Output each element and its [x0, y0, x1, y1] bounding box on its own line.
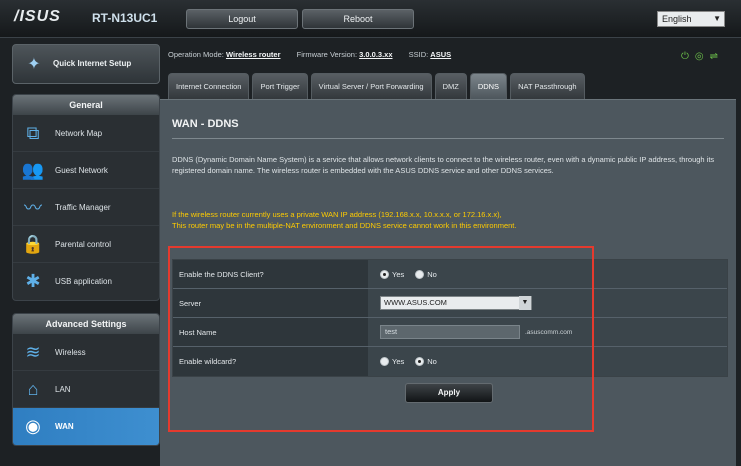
ddns-description: DDNS (Dynamic Domain Name System) is a s…: [172, 155, 715, 175]
chevron-down-icon: ▼: [713, 14, 721, 23]
tab-port-trigger[interactable]: Port Trigger: [252, 73, 308, 99]
page-title: WAN - DDNS: [172, 118, 239, 130]
wildcard-no-radio[interactable]: [415, 357, 425, 366]
ssid-value: ASUS: [430, 50, 452, 59]
hostname-input[interactable]: test: [380, 325, 520, 339]
warning-line-1: If the wireless router currently uses a …: [172, 210, 502, 219]
wildcard-label: Enable wildcard?: [173, 347, 368, 376]
sidebar-item-guest-network[interactable]: 👥 Guest Network: [13, 152, 159, 189]
wildcard-row: Enable wildcard? Yes No: [173, 347, 727, 376]
hostname-suffix: .asuscomm.com: [525, 328, 573, 336]
advanced-settings-menu: Advanced Settings ≋ Wireless ⌂ LAN ◉ WAN: [12, 313, 160, 446]
network-map-icon: ⧉: [26, 122, 40, 143]
sidebar-item-label: Guest Network: [55, 165, 108, 175]
sidebar-item-label: Network Map: [55, 128, 103, 138]
enable-ddns-yes-radio[interactable]: [380, 269, 389, 279]
sidebar-item-network-map[interactable]: ⧉ Network Map: [13, 115, 159, 152]
sidebar-item-usb-application[interactable]: ✱ USB application: [13, 263, 159, 300]
enable-ddns-no-label: No: [427, 269, 437, 279]
magic-wand-icon: ✦: [27, 56, 41, 73]
enable-ddns-yes-label: Yes: [392, 269, 405, 279]
guest-network-icon: 👥: [21, 159, 45, 180]
ddns-warning: If the wireless router currently uses a …: [172, 209, 724, 231]
advanced-settings-title: Advanced Settings: [13, 314, 159, 334]
tab-nat-passthrough[interactable]: NAT Passthrough: [510, 73, 585, 99]
parental-control-icon: 🔒: [21, 233, 45, 254]
sidebar-item-label: Traffic Manager: [55, 202, 111, 212]
internet-status-icon[interactable]: ⏻: [681, 48, 689, 66]
ddns-settings-table: Enable the DDNS Client? Yes No Server WW…: [172, 259, 728, 377]
wireless-icon: ≋: [25, 341, 41, 362]
status-bar: Operation Mode: Wireless router Firmware…: [168, 46, 728, 64]
content-panel: WAN - DDNS DDNS (Dynamic Domain Name Sys…: [160, 99, 736, 466]
sidebar-item-wireless[interactable]: ≋ Wireless: [13, 334, 159, 371]
language-value: English: [662, 14, 692, 24]
enable-ddns-label: Enable the DDNS Client?: [173, 260, 368, 288]
logout-button[interactable]: Logout: [186, 9, 298, 29]
usb-application-icon: ✱: [25, 271, 41, 291]
op-mode-link[interactable]: Wireless router: [226, 50, 281, 59]
server-value: WWW.ASUS.COM: [384, 298, 447, 307]
title-divider: [172, 138, 724, 139]
language-select[interactable]: English ▼: [657, 11, 725, 27]
op-mode-label: Operation Mode:: [168, 50, 224, 59]
tab-internet-connection[interactable]: Internet Connection: [168, 73, 250, 99]
sidebar: ✦ Quick Internet Setup General ⧉ Network…: [12, 44, 170, 466]
quick-internet-setup-button[interactable]: ✦ Quick Internet Setup: [12, 44, 160, 84]
sidebar-item-label: USB application: [55, 277, 112, 286]
enable-ddns-row: Enable the DDNS Client? Yes No: [173, 260, 727, 289]
general-title: General: [13, 95, 159, 115]
sidebar-item-label: WAN: [55, 422, 74, 431]
tab-virtual-server[interactable]: Virtual Server / Port Forwarding: [310, 73, 432, 99]
reboot-button[interactable]: Reboot: [302, 9, 414, 29]
sidebar-item-label: LAN: [55, 384, 71, 394]
wildcard-yes-radio[interactable]: [380, 357, 389, 366]
sidebar-item-wan[interactable]: ◉ WAN: [13, 408, 159, 445]
chevron-down-icon: ▼: [519, 296, 531, 310]
tab-bar: Internet Connection Port Trigger Virtual…: [168, 73, 728, 99]
quick-setup-label: Quick Internet Setup: [53, 59, 132, 68]
enable-ddns-no-radio[interactable]: [415, 269, 425, 279]
usb-status-icon[interactable]: ⇌: [710, 48, 718, 66]
firmware-label: Firmware Version:: [296, 50, 358, 59]
tab-ddns[interactable]: DDNS: [469, 73, 508, 99]
sidebar-item-traffic-manager[interactable]: 〰 Traffic Manager: [13, 189, 159, 226]
wildcard-no-label: No: [427, 357, 437, 366]
router-model: RT-N13UC1: [92, 11, 158, 25]
status-icons: ⏻ ◎ ⇌: [681, 48, 718, 66]
wildcard-yes-label: Yes: [392, 357, 405, 366]
ssid-label: SSID:: [408, 50, 429, 59]
server-select[interactable]: WWW.ASUS.COM ▼: [380, 296, 532, 310]
tab-dmz[interactable]: DMZ: [434, 73, 467, 99]
hostname-row: Host Name test .asuscomm.com: [173, 318, 727, 347]
sidebar-item-label: Wireless: [55, 347, 86, 357]
traffic-manager-icon: 〰: [24, 198, 42, 218]
warning-line-2: This router may be in the multiple-NAT e…: [172, 221, 517, 230]
asus-logo: /ISUS: [14, 8, 61, 25]
server-label: Server: [173, 289, 368, 317]
sidebar-item-lan[interactable]: ⌂ LAN: [13, 371, 159, 408]
hostname-label: Host Name: [173, 318, 368, 346]
apply-button[interactable]: Apply: [405, 383, 493, 403]
general-menu: General ⧉ Network Map 👥 Guest Network 〰 …: [12, 94, 160, 301]
firmware-link[interactable]: 3.0.0.3.xx: [359, 50, 392, 59]
lan-icon: ⌂: [27, 378, 39, 399]
wan-globe-icon: ◉: [25, 416, 41, 436]
top-bar: /ISUS RT-N13UC1 Logout Reboot English ▼: [0, 0, 741, 38]
sidebar-item-parental-control[interactable]: 🔒 Parental control: [13, 226, 159, 263]
server-row: Server WWW.ASUS.COM ▼: [173, 289, 727, 318]
sidebar-item-label: Parental control: [55, 239, 112, 249]
wireless-status-icon[interactable]: ◎: [695, 48, 704, 66]
